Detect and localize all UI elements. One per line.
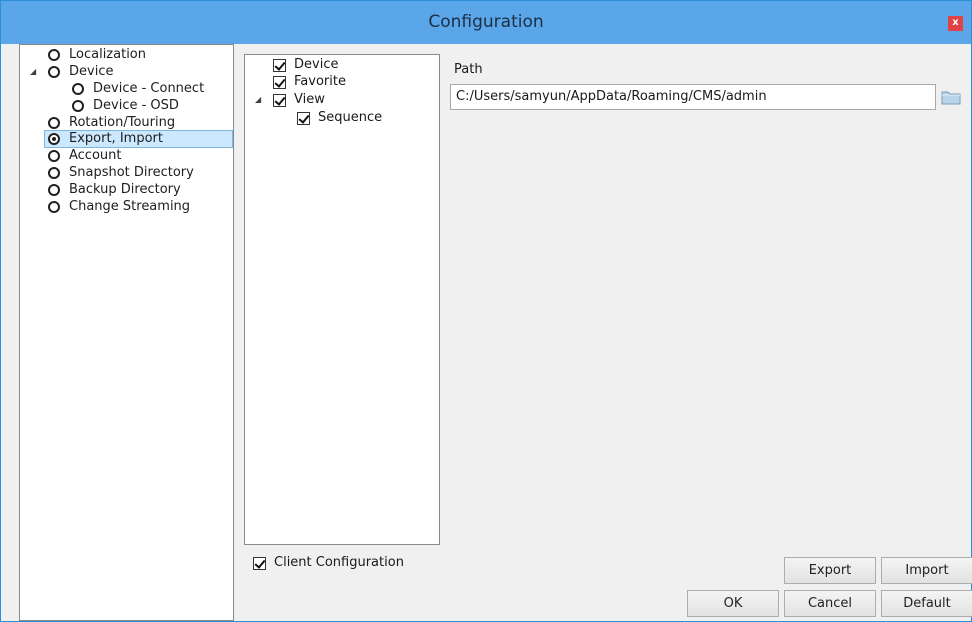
title-bar[interactable]: Configuration x [1,1,971,44]
folder-icon[interactable] [941,89,961,105]
checkbox-checked-icon[interactable] [253,557,266,570]
nav-item-account[interactable]: Account [48,148,208,164]
export-items-tree: Device Favorite ◢ View Sequence [244,54,440,545]
checkbox-checked-icon[interactable] [297,112,310,125]
radio-icon [48,150,60,162]
radio-icon [48,66,60,78]
ok-button[interactable]: OK [687,590,779,617]
checkbox-checked-icon[interactable] [273,94,286,107]
checkbox-checked-icon[interactable] [273,76,286,89]
nav-item-device-osd[interactable]: Device - OSD [72,98,232,114]
export-button[interactable]: Export [784,557,876,584]
triangle-expanded-icon[interactable]: ◢ [255,92,261,108]
path-label: Path [454,62,483,77]
nav-item-rotation-touring[interactable]: Rotation/Touring [48,115,208,131]
nav-item-export-import[interactable]: Export, Import [44,130,233,148]
radio-icon [48,201,60,213]
settings-nav-tree: Localization ◢ Device Device - Connect D… [19,44,234,621]
nav-item-localization[interactable]: Localization [48,47,208,63]
default-button[interactable]: Default [881,590,972,617]
nav-item-change-streaming[interactable]: Change Streaming [48,199,218,215]
tree-item-view[interactable]: ◢ View [255,92,395,108]
configuration-window: Configuration x Localization ◢ Device De… [0,0,972,622]
triangle-expanded-icon[interactable]: ◢ [30,64,36,80]
cancel-button[interactable]: Cancel [784,590,876,617]
import-button[interactable]: Import [881,557,972,584]
close-icon[interactable]: x [948,16,963,31]
checkbox-checked-icon[interactable] [273,59,286,72]
nav-item-backup-directory[interactable]: Backup Directory [48,182,218,198]
radio-icon [48,167,60,179]
radio-icon [48,117,60,129]
nav-item-device-connect[interactable]: Device - Connect [72,81,232,97]
radio-icon [48,49,60,61]
radio-selected-icon [48,133,60,145]
radio-icon [72,100,84,112]
tree-item-favorite[interactable]: Favorite [273,74,393,90]
tree-item-device[interactable]: Device [273,57,393,73]
nav-item-device[interactable]: ◢ Device [30,64,190,80]
tree-item-sequence[interactable]: Sequence [297,110,417,126]
radio-icon [72,83,84,95]
path-field[interactable]: C:/Users/samyun/AppData/Roaming/CMS/admi… [450,84,936,110]
window-title: Configuration [428,12,544,32]
radio-icon [48,184,60,196]
nav-item-snapshot-directory[interactable]: Snapshot Directory [48,165,218,181]
client-configuration-checkbox[interactable]: Client Configuration [253,555,423,571]
